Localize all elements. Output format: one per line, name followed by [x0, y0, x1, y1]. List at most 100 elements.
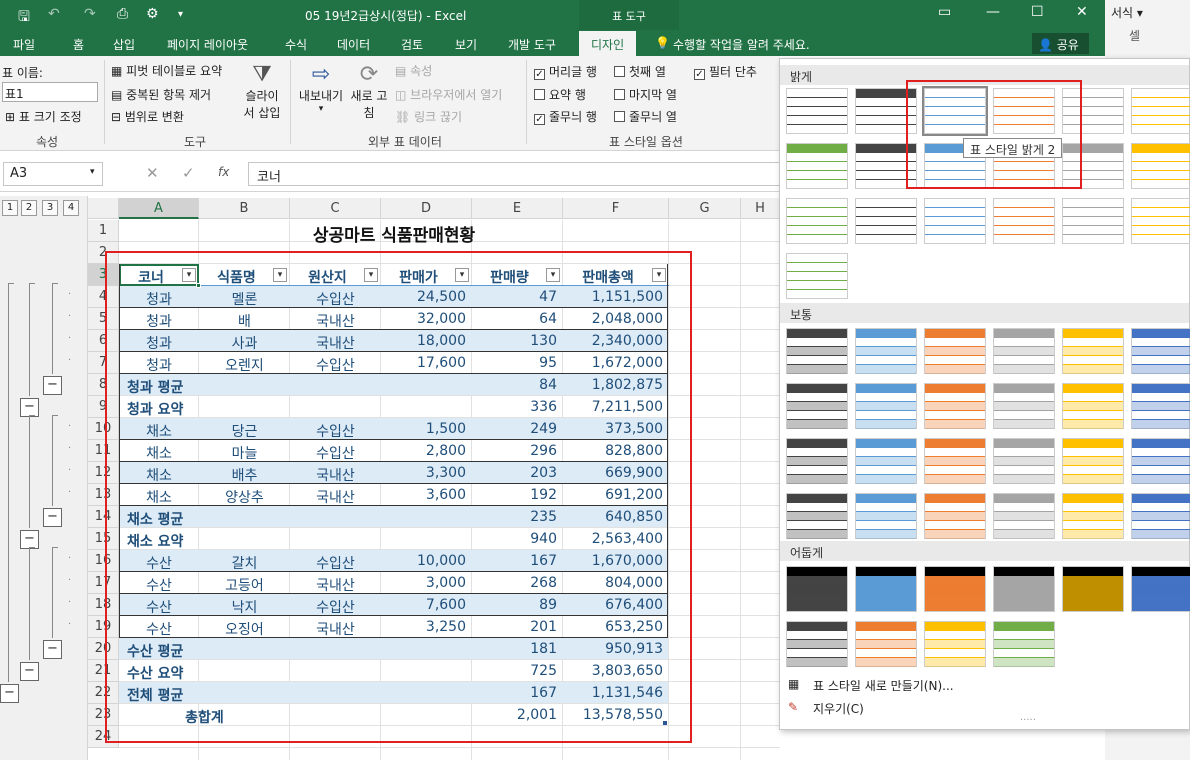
cancel-icon[interactable]: ✕: [146, 164, 159, 182]
select-all-corner[interactable]: [88, 198, 119, 219]
table-style-dark-4[interactable]: [993, 566, 1055, 612]
table-style-dark-9[interactable]: [924, 621, 986, 667]
outline-level-2[interactable]: 2: [21, 200, 37, 216]
table-style-medium-22[interactable]: [993, 493, 1055, 539]
table-style-medium-10[interactable]: [993, 383, 1055, 429]
collapse-minus-icon[interactable]: −: [43, 508, 62, 527]
formula-input[interactable]: 코너: [248, 162, 780, 186]
column-header-g[interactable]: G: [669, 198, 741, 219]
table-style-medium-14[interactable]: [855, 438, 917, 484]
table-style-medium-12[interactable]: [1131, 383, 1190, 429]
table-style-medium-18[interactable]: [1131, 438, 1190, 484]
tab-page-layout[interactable]: 페이지 레이아웃: [167, 36, 248, 53]
unlink-button[interactable]: ⛓ 링크 끊기: [395, 108, 462, 125]
total-row-checkbox[interactable]: 요약 행: [534, 86, 586, 103]
minimize-button[interactable]: —: [986, 4, 1000, 20]
table-style-light-6[interactable]: [1131, 88, 1190, 134]
table-style-medium-23[interactable]: [1062, 493, 1124, 539]
close-button[interactable]: ✕: [1076, 4, 1088, 20]
clear-menu-item[interactable]: 지우기(C): [813, 700, 864, 717]
column-header-c[interactable]: C: [290, 198, 381, 219]
tab-view[interactable]: 보기: [455, 36, 477, 53]
first-column-checkbox[interactable]: 첫째 열: [614, 63, 666, 80]
tab-file[interactable]: 파일: [13, 36, 35, 53]
remove-duplicates-button[interactable]: ▤ 중복된 항목 제거: [111, 86, 211, 103]
table-style-medium-4[interactable]: [993, 328, 1055, 374]
table-style-medium-24[interactable]: [1131, 493, 1190, 539]
row-header[interactable]: 1: [88, 220, 119, 242]
tab-developer[interactable]: 개발 도구: [508, 36, 556, 53]
insert-function-button[interactable]: fx: [218, 165, 229, 179]
table-style-medium-17[interactable]: [1062, 438, 1124, 484]
open-in-browser-button[interactable]: ◫ 브라우저에서 열기: [395, 86, 502, 103]
table-style-medium-2[interactable]: [855, 328, 917, 374]
table-style-medium-21[interactable]: [924, 493, 986, 539]
table-style-dark-7[interactable]: [786, 621, 848, 667]
collapse-minus-icon[interactable]: −: [0, 684, 19, 703]
banded-columns-checkbox[interactable]: 줄무늬 열: [614, 108, 677, 125]
table-style-medium-13[interactable]: [786, 438, 848, 484]
column-header-e[interactable]: E: [472, 198, 563, 219]
table-style-light-18[interactable]: [1131, 198, 1190, 244]
resize-table-button[interactable]: ⊞ 표 크기 조정: [5, 108, 82, 125]
table-style-medium-11[interactable]: [1062, 383, 1124, 429]
table-style-medium-6[interactable]: [1131, 328, 1190, 374]
table-style-medium-19[interactable]: [786, 493, 848, 539]
table-style-dark-2[interactable]: [855, 566, 917, 612]
table-style-medium-7[interactable]: [786, 383, 848, 429]
collapse-minus-icon[interactable]: −: [43, 376, 62, 395]
properties-button[interactable]: ▤ 속성: [395, 62, 432, 79]
chevron-down-icon[interactable]: ▾: [90, 167, 95, 177]
table-style-dark-10[interactable]: [993, 621, 1055, 667]
collapse-minus-icon[interactable]: −: [43, 640, 62, 659]
name-box[interactable]: A3: [3, 162, 103, 186]
tell-me-input[interactable]: 수행할 작업을 알려 주세요.: [673, 36, 810, 53]
print-preview-icon[interactable]: ⎙: [117, 6, 128, 22]
refresh-button[interactable]: ⟳ 새로 고 침: [348, 62, 390, 121]
redo-icon[interactable]: ↷: [84, 6, 96, 22]
tab-insert[interactable]: 삽입: [113, 36, 135, 53]
column-header-d[interactable]: D: [381, 198, 472, 219]
new-table-style-menu-item[interactable]: 표 스타일 새로 만들기(N)...: [813, 677, 954, 694]
column-header-a[interactable]: A: [119, 198, 199, 219]
resize-grip-icon[interactable]: ·····: [1020, 715, 1036, 726]
convert-to-range-button[interactable]: ⊟ 범위로 변환: [111, 108, 184, 125]
tab-review[interactable]: 검토: [401, 36, 423, 53]
enter-icon[interactable]: ✓: [182, 164, 195, 182]
insert-slicer-button[interactable]: ⧩ 슬라이 서 삽입: [240, 62, 284, 121]
table-style-medium-1[interactable]: [786, 328, 848, 374]
macro-icon[interactable]: ⚙: [146, 6, 159, 22]
table-style-light-14[interactable]: [855, 198, 917, 244]
table-style-light-15[interactable]: [924, 198, 986, 244]
undo-icon[interactable]: ↶: [48, 6, 60, 22]
last-column-checkbox[interactable]: 마지막 열: [614, 86, 677, 103]
banded-rows-checkbox[interactable]: ✓ 줄무늬 행: [534, 108, 597, 125]
table-style-light-7[interactable]: [786, 143, 848, 189]
outline-level-1[interactable]: 1: [2, 200, 18, 216]
ribbon-display-icon[interactable]: ▭: [938, 4, 951, 20]
filter-button-checkbox[interactable]: ✓ 필터 단추: [694, 63, 757, 80]
table-style-medium-8[interactable]: [855, 383, 917, 429]
share-button[interactable]: 👤 공유: [1032, 33, 1089, 54]
table-style-medium-9[interactable]: [924, 383, 986, 429]
table-style-dark-1[interactable]: [786, 566, 848, 612]
table-name-input[interactable]: 표1: [2, 82, 98, 102]
table-style-light-12[interactable]: [1131, 143, 1190, 189]
table-style-light-16[interactable]: [993, 198, 1055, 244]
table-style-medium-15[interactable]: [924, 438, 986, 484]
outline-level-4[interactable]: 4: [63, 200, 79, 216]
table-style-dark-8[interactable]: [855, 621, 917, 667]
table-style-medium-16[interactable]: [993, 438, 1055, 484]
format-button[interactable]: 서식 ▾: [1111, 4, 1143, 21]
table-style-medium-5[interactable]: [1062, 328, 1124, 374]
column-header-h[interactable]: H: [741, 198, 780, 219]
customize-qat-icon[interactable]: ▾: [178, 9, 183, 20]
tab-design[interactable]: 디자인: [579, 31, 637, 56]
header-row-checkbox[interactable]: ✓ 머리글 행: [534, 63, 597, 80]
table-style-dark-5[interactable]: [1062, 566, 1124, 612]
save-icon[interactable]: 🖫: [18, 6, 30, 30]
column-header-b[interactable]: B: [199, 198, 290, 219]
table-style-dark-3[interactable]: [924, 566, 986, 612]
export-button[interactable]: ⇨ 내보내기 ▾: [296, 62, 346, 114]
table-style-medium-3[interactable]: [924, 328, 986, 374]
